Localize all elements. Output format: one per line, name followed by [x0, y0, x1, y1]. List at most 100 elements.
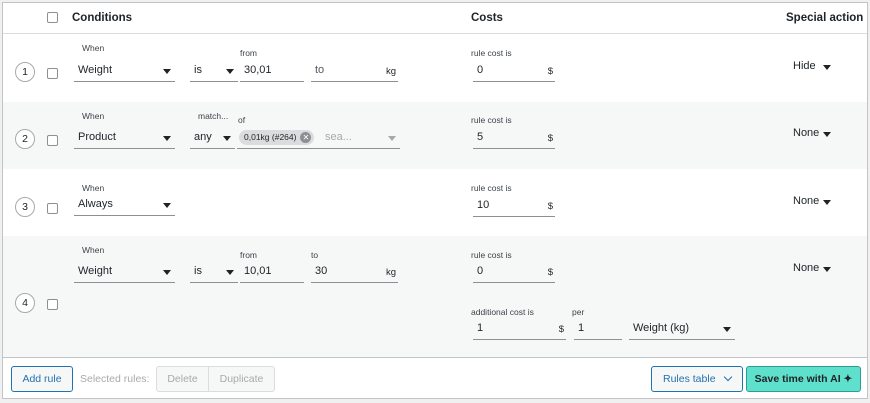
rule-row-2: 2 When Product match... any of 0,01kg (#… [3, 102, 867, 169]
row-checkbox[interactable] [47, 68, 58, 79]
cost-value: 0 [477, 265, 484, 277]
header-costs: Costs [471, 12, 503, 24]
chip-label: 0,01kg (#264) [244, 132, 297, 142]
when-label: When [82, 183, 105, 193]
cost-label: rule cost is [471, 115, 512, 125]
rules-table-label: Rules table [663, 373, 716, 385]
when-select[interactable]: Always [74, 194, 175, 216]
cost-label: rule cost is [471, 250, 512, 260]
special-action-value: Hide [793, 60, 816, 72]
row-number: 1 [15, 62, 35, 82]
to-unit: kg [385, 66, 396, 77]
product-multiselect[interactable]: 0,01kg (#264) ✕ sea... [237, 127, 400, 149]
cost-input[interactable]: 0 $ [473, 60, 555, 82]
when-select[interactable]: Weight [74, 261, 175, 283]
row-checkbox[interactable] [47, 203, 58, 214]
chevron-down-icon [823, 267, 831, 272]
to-input[interactable]: to kg [311, 60, 398, 82]
cost-label: rule cost is [471, 183, 512, 193]
special-action-select[interactable]: None [789, 258, 835, 280]
selected-rules-label: Selected rules: [80, 373, 150, 385]
header-conditions: Conditions [72, 12, 133, 24]
chevron-down-icon [823, 65, 831, 70]
when-label: When [82, 43, 105, 53]
chevron-down-icon [823, 200, 831, 205]
duplicate-button[interactable]: Duplicate [208, 366, 275, 392]
match-select[interactable]: any [190, 127, 235, 149]
from-label: from [240, 250, 257, 260]
per-label: per [572, 307, 585, 317]
operator-value: is [194, 64, 202, 76]
ai-assist-button[interactable]: Save time with AI ✦ [746, 366, 861, 392]
per-unit-select[interactable]: Weight (kg) [629, 318, 735, 340]
cost-input[interactable]: 0 $ [473, 261, 555, 283]
cost-input[interactable]: 10 $ [473, 195, 555, 217]
additional-cost-input[interactable]: 1 $ [473, 318, 566, 340]
from-value: 10,01 [244, 265, 272, 277]
rule-row-1: 1 When Weight is from 30,01 to kg rule c… [3, 35, 867, 102]
cost-input[interactable]: 5 $ [473, 127, 555, 149]
select-all-checkbox[interactable] [47, 12, 58, 23]
chevron-down-icon [163, 69, 171, 74]
cost-value: 5 [477, 131, 484, 143]
search-placeholder: sea... [325, 131, 352, 143]
cost-label: rule cost is [471, 48, 512, 58]
to-unit: kg [385, 267, 396, 278]
table-header: Conditions Costs Special action [3, 3, 867, 34]
additional-cost-unit: $ [558, 324, 564, 335]
special-action-select[interactable]: None [789, 123, 835, 145]
chevron-down-icon [226, 69, 234, 74]
chevron-down-icon [163, 270, 171, 275]
operator-value: is [194, 265, 202, 277]
when-label: When [82, 111, 105, 121]
special-action-value: None [793, 127, 820, 139]
when-select[interactable]: Weight [74, 60, 175, 82]
chevron-down-icon [223, 136, 231, 141]
chevron-down-icon [388, 136, 396, 141]
when-value: Always [78, 198, 113, 210]
cost-unit: $ [547, 201, 553, 212]
rules-table-button[interactable]: Rules table [651, 366, 743, 392]
special-action-select[interactable]: None [789, 191, 835, 213]
from-input[interactable]: 30,01 [240, 60, 304, 82]
chevron-down-icon [163, 136, 171, 141]
when-select[interactable]: Product [74, 127, 175, 149]
cost-unit: $ [547, 267, 553, 278]
delete-button[interactable]: Delete [156, 366, 209, 392]
per-input[interactable]: 1 [574, 318, 622, 340]
cost-unit: $ [547, 66, 553, 77]
row-number: 4 [15, 293, 35, 313]
chevron-down-icon [823, 132, 831, 137]
special-action-value: None [793, 195, 820, 207]
row-checkbox[interactable] [47, 299, 58, 310]
when-value: Weight [78, 265, 113, 277]
operator-select[interactable]: is [190, 60, 238, 82]
per-unit-value: Weight (kg) [633, 322, 690, 334]
when-value: Product [78, 131, 116, 143]
additional-cost-value: 1 [477, 322, 484, 334]
match-label: match... [198, 111, 229, 121]
header-special-action: Special action [786, 12, 864, 24]
rule-row-4: 4 When Weight is from 10,01 to 30 kg rul… [3, 236, 867, 357]
chevron-down-icon [163, 203, 171, 208]
to-input[interactable]: 30 kg [311, 261, 398, 283]
from-input[interactable]: 10,01 [240, 261, 304, 283]
row-checkbox[interactable] [47, 135, 58, 146]
cost-value: 0 [477, 64, 484, 76]
when-value: Weight [78, 64, 113, 76]
row-number: 2 [15, 129, 35, 149]
from-value: 30,01 [244, 64, 272, 76]
product-chip[interactable]: 0,01kg (#264) ✕ [239, 130, 315, 145]
cost-unit: $ [547, 133, 553, 144]
of-label: of [238, 115, 246, 125]
rules-panel: Conditions Costs Special action 1 When W… [2, 2, 868, 399]
row-number: 3 [15, 197, 35, 217]
operator-select[interactable]: is [190, 261, 238, 283]
to-label: to [311, 250, 319, 260]
special-action-select[interactable]: Hide [789, 56, 835, 78]
rule-row-3: 3 When Always rule cost is 10 $ None [3, 169, 867, 236]
per-value: 1 [578, 322, 585, 334]
to-placeholder: to [315, 64, 325, 76]
add-rule-button[interactable]: Add rule [11, 366, 73, 392]
close-icon[interactable]: ✕ [300, 132, 312, 143]
